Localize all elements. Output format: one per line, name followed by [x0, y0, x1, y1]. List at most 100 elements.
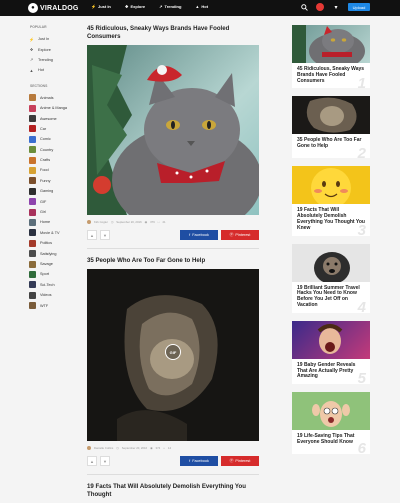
- section-thumbnail: [29, 135, 36, 143]
- user-avatar[interactable]: [316, 3, 324, 11]
- trending-card[interactable]: 19 Life-Saving Tips That Everyone Should…: [292, 392, 370, 458]
- section-thumbnail: [29, 281, 36, 289]
- divider: [87, 248, 259, 249]
- trending-rank: 2: [357, 144, 366, 162]
- chevron-down-icon[interactable]: ▾: [332, 3, 340, 11]
- trending-card[interactable]: 19 Brilliant Summer Travel Hacks You Nee…: [292, 243, 370, 315]
- search-icon[interactable]: [300, 3, 308, 11]
- upvote-button[interactable]: ▲: [87, 230, 97, 240]
- trending-thumbnail: [292, 243, 370, 282]
- site-logo[interactable]: ● VIRALDOG: [28, 3, 79, 13]
- sidebar-item-label: Gaming: [40, 189, 54, 194]
- sidebar-item-label: Crafts: [40, 158, 51, 163]
- sidebar-item-section[interactable]: Car: [29, 124, 77, 134]
- sidebar-item-section[interactable]: Comic: [29, 134, 77, 144]
- sidebar-item-section[interactable]: Savage: [29, 259, 77, 269]
- sidebar-item-label: Politics: [40, 241, 53, 246]
- sidebar-item-just-in[interactable]: ⚡ Just In: [29, 34, 77, 44]
- sidebar-item-section[interactable]: Crafts: [29, 155, 77, 165]
- post-actions: ▲ ▼ f Facebook Ⓟ Pinterest: [87, 230, 259, 240]
- lightning-icon: ⚡: [91, 4, 96, 9]
- sidebar-item-label: Food: [40, 168, 49, 173]
- trending-rank: 6: [357, 440, 366, 458]
- nav-just-in[interactable]: ⚡ Just In: [91, 4, 111, 9]
- upload-button[interactable]: Upload: [348, 3, 370, 11]
- sidebar-item-section[interactable]: Movie & TV: [29, 228, 77, 238]
- pinterest-share-button[interactable]: Ⓟ Pinterest: [221, 456, 259, 466]
- sidebar-item-section[interactable]: Girl: [29, 207, 77, 217]
- author-avatar[interactable]: [87, 220, 91, 224]
- sidebar-item-section[interactable]: GIF: [29, 196, 77, 206]
- trending-title: 19 Life-Saving Tips That Everyone Should…: [297, 433, 355, 445]
- sidebar-item-section[interactable]: Politics: [29, 238, 77, 248]
- author-name[interactable]: Danielle Collins: [94, 446, 113, 450]
- post-image[interactable]: GIF: [87, 269, 259, 441]
- sidebar-item-label: Sport: [40, 272, 50, 277]
- section-thumbnail: [29, 208, 36, 216]
- trending-card[interactable]: 19 Facts That Will Absolutely Demolish E…: [292, 166, 370, 238]
- pinterest-icon: Ⓟ: [229, 232, 234, 237]
- sidebar-item-explore[interactable]: ❖ Explore: [29, 44, 77, 54]
- author-name[interactable]: Kirk Cogler: [94, 220, 108, 224]
- header-actions: ▾ Upload: [300, 3, 370, 11]
- sidebar-item-trending[interactable]: ↗ Trending: [29, 55, 77, 65]
- sidebar-item-section[interactable]: Animals: [29, 93, 77, 103]
- sidebar-item-section[interactable]: Home: [29, 217, 77, 227]
- post-title[interactable]: 19 Facts That Will Absolutely Demolish E…: [87, 483, 259, 499]
- trending-card[interactable]: 35 People Who Are Too Far Gone to Help 2: [292, 96, 370, 162]
- sections-list: Animals Anime & Manga Awesome Car Comic Count…: [29, 93, 77, 311]
- author-avatar[interactable]: [87, 446, 91, 450]
- sidebar-item-section[interactable]: Gaming: [29, 186, 77, 196]
- facebook-share-button[interactable]: f Facebook: [180, 230, 218, 240]
- top-navbar: ● VIRALDOG ⚡ Just In ❖ Explore ↗ Trending ▲…: [0, 0, 400, 16]
- sidebar-item-section[interactable]: Satisfying: [29, 248, 77, 258]
- downvote-button[interactable]: ▼: [100, 230, 110, 240]
- sidebar-item-section[interactable]: Videos: [29, 290, 77, 300]
- sidebar-item-label: Anime & Manga: [40, 106, 68, 111]
- clock-icon: ◷: [116, 446, 119, 450]
- section-thumbnail: [29, 177, 36, 185]
- post-title[interactable]: 45 Ridiculous, Sneaky Ways Brands Have F…: [87, 25, 259, 41]
- post-title[interactable]: 35 People Who Are Too Far Gone to Help: [87, 257, 259, 265]
- sidebar-item-hot[interactable]: ▲ Hot: [29, 65, 77, 75]
- post-actions: ▲ ▼ f Facebook Ⓟ Pinterest: [87, 456, 259, 466]
- downvote-button[interactable]: ▼: [100, 456, 110, 466]
- post-date: September 20, 2016: [121, 446, 148, 450]
- nav-trending[interactable]: ↗ Trending: [159, 4, 181, 9]
- pinterest-share-button[interactable]: Ⓟ Pinterest: [221, 230, 259, 240]
- sidebar-item-section[interactable]: Food: [29, 165, 77, 175]
- sidebar-item-section[interactable]: Sport: [29, 269, 77, 279]
- trending-card[interactable]: 19 Baby Gender Reveals That Are Actually…: [292, 320, 370, 386]
- facebook-share-button[interactable]: f Facebook: [180, 456, 218, 466]
- sidebar-item-label: Car: [40, 126, 47, 131]
- sidebar-item-section[interactable]: Country: [29, 145, 77, 155]
- nav-hot[interactable]: ▲ Hot: [195, 4, 208, 9]
- arrow-up-icon: ▲: [90, 458, 94, 464]
- view-count: 374: [155, 446, 161, 450]
- sidebar-item-section[interactable]: Anime & Manga: [29, 103, 77, 113]
- sidebar-item-section[interactable]: Sci-Tech: [29, 280, 77, 290]
- comment-icon: □: [163, 446, 165, 450]
- sidebar-item-label: Funny: [40, 178, 51, 183]
- nav-explore[interactable]: ❖ Explore: [125, 4, 145, 9]
- sidebar-item-section[interactable]: Funny: [29, 176, 77, 186]
- gif-play-badge[interactable]: GIF: [165, 344, 181, 360]
- section-thumbnail: [29, 125, 36, 133]
- trending-thumbnail: [292, 25, 370, 63]
- trending-thumbnail: [292, 166, 370, 205]
- upvote-button[interactable]: ▲: [87, 456, 97, 466]
- trending-title: 35 People Who Are Too Far Gone to Help: [297, 137, 362, 150]
- left-sidebar: POPULAR ⚡ Just In ❖ Explore ↗ Trending ▲ Hot…: [29, 25, 77, 311]
- post-image[interactable]: [87, 45, 259, 215]
- section-thumbnail: [29, 146, 36, 154]
- trending-card[interactable]: 45 Ridiculous, Sneaky Ways Brands Have F…: [292, 25, 370, 90]
- sidebar-item-section[interactable]: Awesome: [29, 113, 77, 123]
- sidebar-item-label: Animals: [40, 95, 54, 100]
- section-thumbnail: [29, 166, 36, 174]
- arrow-down-icon: ▼: [103, 232, 107, 238]
- section-thumbnail: [29, 198, 36, 206]
- sidebar-item-section[interactable]: WTF: [29, 300, 77, 310]
- trending-icon: ↗: [159, 4, 163, 9]
- section-thumbnail: [29, 218, 36, 226]
- post-card: 45 Ridiculous, Sneaky Ways Brands Have F…: [87, 25, 259, 240]
